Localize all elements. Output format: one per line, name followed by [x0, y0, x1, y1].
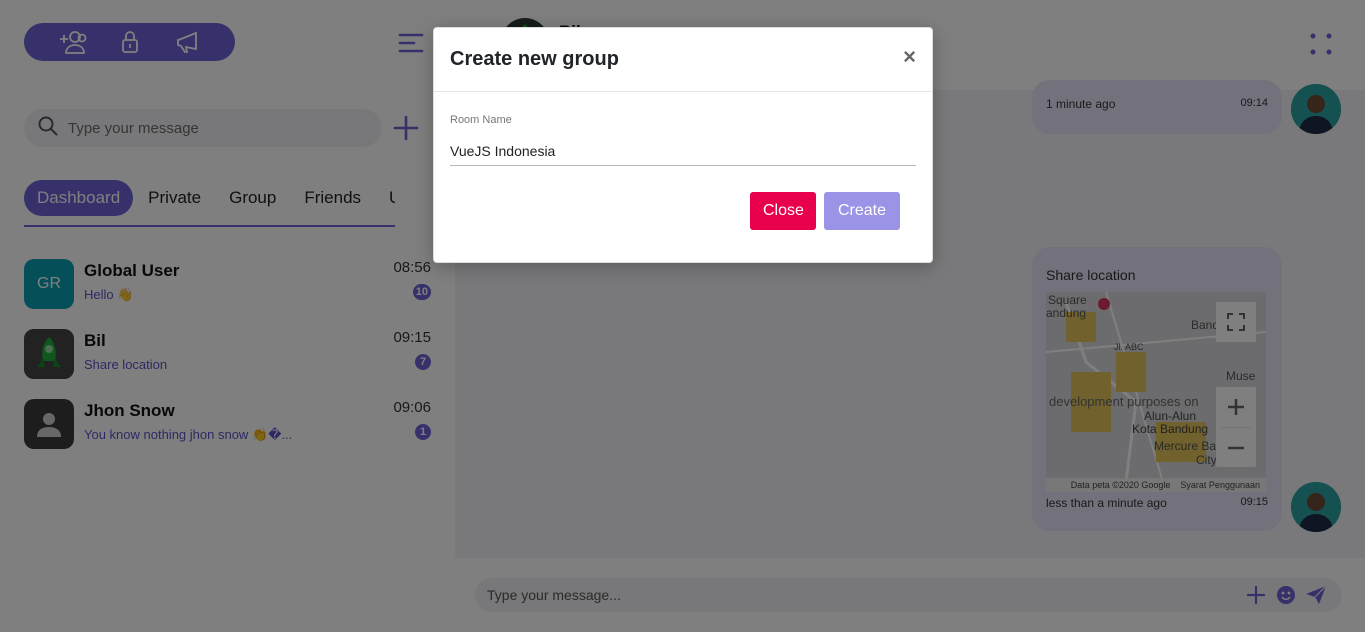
room-name-label: Room Name — [450, 114, 512, 126]
room-name-input[interactable] — [450, 136, 916, 166]
create-button[interactable]: Create — [824, 192, 900, 230]
close-button[interactable]: Close — [750, 192, 816, 230]
create-group-modal: Create new group × Room Name Close Creat… — [433, 27, 933, 263]
close-icon[interactable]: × — [903, 46, 916, 68]
modal-header: Create new group × — [434, 28, 932, 92]
modal-title: Create new group — [450, 48, 619, 70]
